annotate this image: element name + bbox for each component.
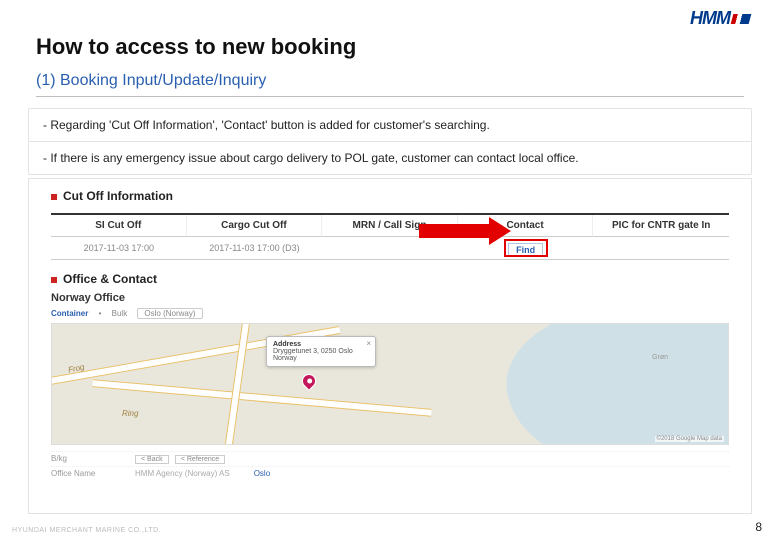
- cutoff-section-title: Cut Off Information: [51, 189, 173, 203]
- back-button[interactable]: < Back: [135, 455, 169, 464]
- col-pic-header: PIC for CNTR gate In: [593, 215, 729, 237]
- col-si-cutoff-header: SI Cut Off: [51, 215, 187, 237]
- office-selector[interactable]: Oslo (Norway): [137, 308, 202, 319]
- footer-company: HYUNDAI MERCHANT MARINE CO.,LTD.: [12, 527, 161, 534]
- callout-line1: Dryggetunet 3, 0250 Oslo: [273, 348, 353, 355]
- close-icon[interactable]: ×: [366, 339, 371, 348]
- map-road-2: [92, 379, 431, 417]
- page-number: 8: [755, 520, 762, 534]
- title-underline: [36, 96, 744, 97]
- reference-button[interactable]: < Reference: [175, 455, 225, 464]
- map[interactable]: Frog Ring Grøn × Address Dryggetunet 3, …: [51, 323, 729, 445]
- office-section: Office & Contact: [29, 260, 751, 290]
- office-section-title: Office & Contact: [51, 272, 157, 286]
- screenshot-panel: Cut Off Information SI Cut Off 2017-11-0…: [28, 178, 752, 514]
- page-title: How to access to new booking: [36, 34, 356, 60]
- col-cargo-cutoff-header: Cargo Cut Off: [187, 215, 323, 237]
- map-road-label-2: Ring: [122, 409, 138, 418]
- map-marker-icon[interactable]: [299, 371, 319, 391]
- office-name: Norway Office: [29, 290, 751, 308]
- cutoff-section: Cut Off Information: [29, 179, 751, 209]
- col-pic-value: [593, 237, 729, 259]
- map-callout: × Address Dryggetunet 3, 0250 Oslo Norwa…: [266, 336, 376, 367]
- map-area-label: Grøn: [652, 354, 668, 361]
- tab-container[interactable]: Container: [51, 309, 88, 318]
- notes-box: - Regarding 'Cut Off Information', 'Cont…: [28, 108, 752, 175]
- office-tabs: Container • Bulk Oslo (Norway): [29, 308, 751, 323]
- hmm-logo: HMM: [690, 8, 750, 29]
- callout-line2: Norway: [273, 355, 297, 362]
- oslo-link[interactable]: Oslo: [254, 469, 270, 478]
- tab-bulk[interactable]: Bulk: [112, 309, 128, 318]
- faint-row1-label: B/kg: [51, 454, 111, 464]
- faint-row2-value: HMM Agency (Norway) AS: [135, 469, 230, 478]
- red-arrow: [419, 217, 519, 245]
- map-road-3: [221, 323, 251, 445]
- col-cargo-cutoff-value: 2017-11-03 17:00 (D3): [187, 237, 323, 259]
- callout-title: Address: [273, 341, 369, 348]
- map-attribution: ©2018 Google Map data: [655, 436, 724, 442]
- note-1: - Regarding 'Cut Off Information', 'Cont…: [29, 109, 751, 142]
- map-water: [497, 323, 729, 445]
- faint-row2-label: Office Name: [51, 469, 111, 478]
- note-2: - If there is any emergency issue about …: [29, 142, 751, 174]
- page-subtitle: (1) Booking Input/Update/Inquiry: [36, 72, 266, 90]
- cutoff-table: SI Cut Off 2017-11-03 17:00 Cargo Cut Of…: [51, 213, 729, 260]
- faint-details: B/kg < Back < Reference Office Name HMM …: [51, 451, 729, 480]
- col-si-cutoff-value: 2017-11-03 17:00: [51, 237, 187, 259]
